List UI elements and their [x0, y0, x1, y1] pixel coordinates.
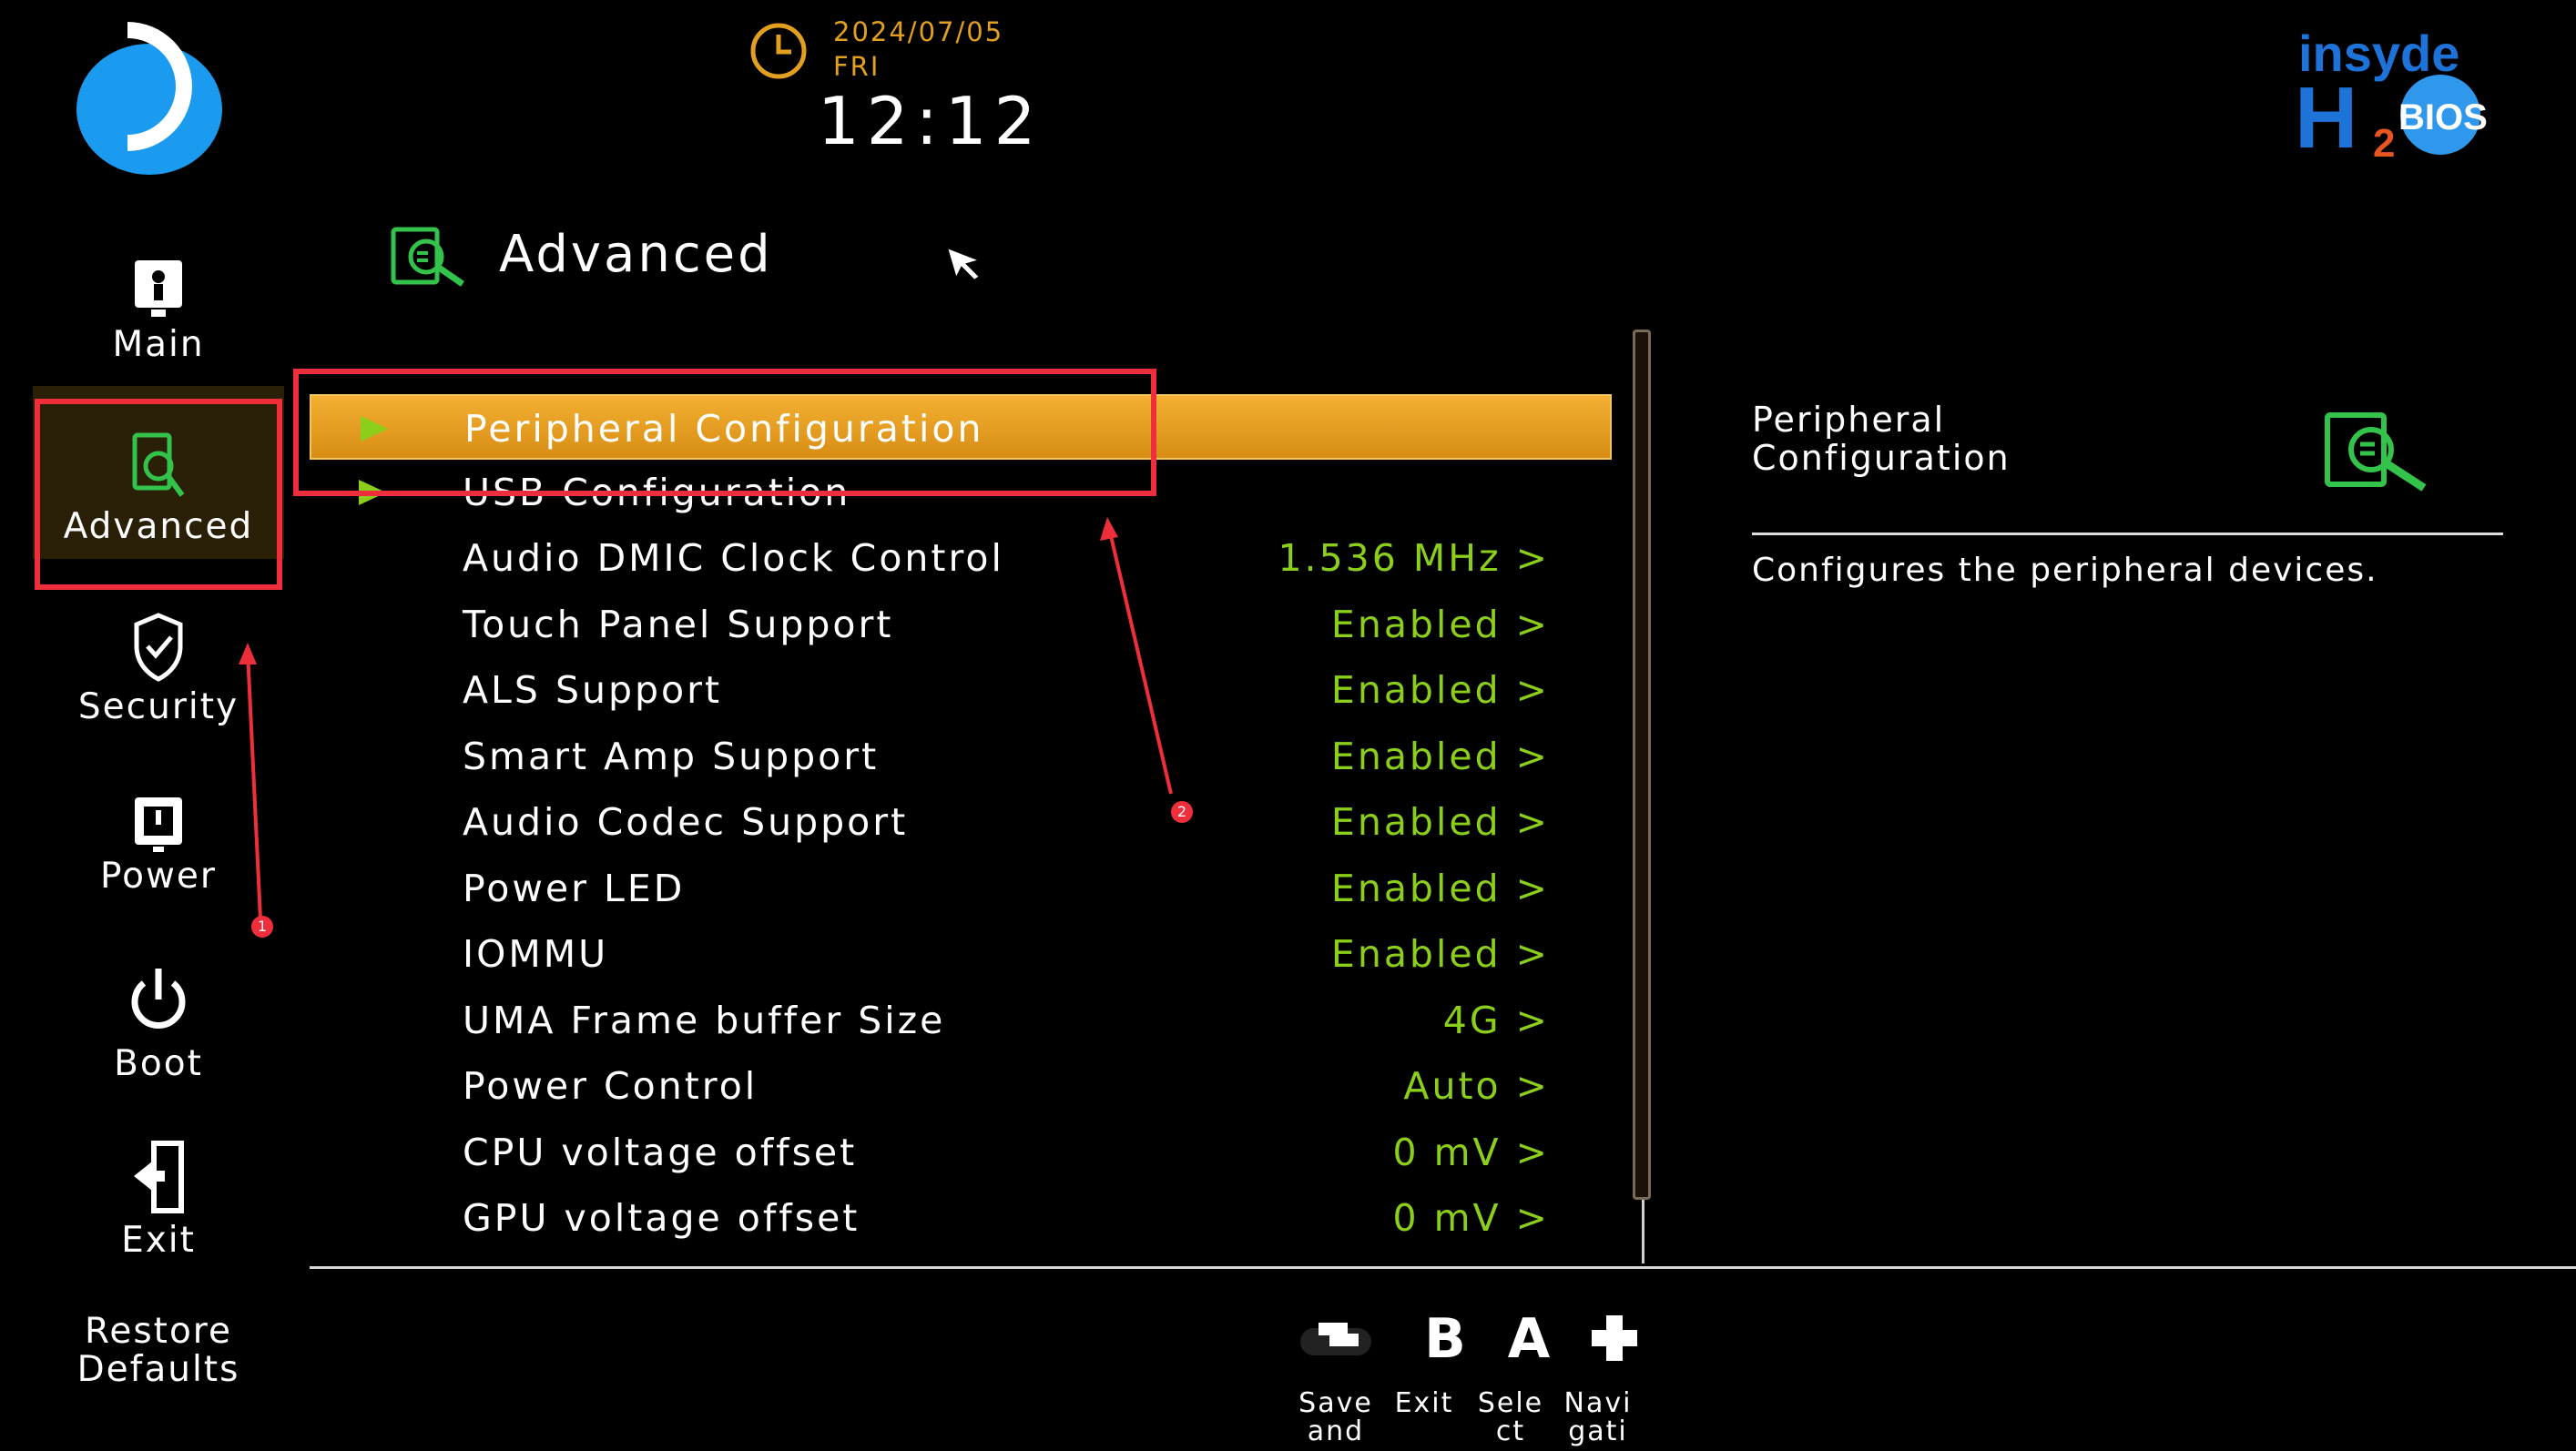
menu-item-label: Audio Codec Support — [463, 800, 909, 844]
menu-item-value[interactable]: Enabled > — [1331, 921, 1550, 987]
save-label: Save and — [1295, 1389, 1377, 1446]
menu-item-iommu[interactable]: IOMMU Enabled > — [310, 921, 1612, 987]
help-title: Peripheral Configuration — [1752, 401, 2011, 477]
clock-icon — [750, 23, 807, 79]
menu-item-value[interactable]: 0 mV > — [1393, 1120, 1551, 1185]
menu-item-value[interactable]: Auto > — [1403, 1053, 1550, 1119]
advanced-header-icon — [391, 227, 464, 287]
sidebar-item-label: Security — [77, 686, 239, 727]
b-glyph: B — [1424, 1307, 1466, 1370]
shield-icon — [134, 613, 183, 682]
menu-item-label: Power LED — [463, 867, 686, 910]
menu-item-value[interactable]: Enabled > — [1331, 856, 1550, 921]
menu-item-smart-amp[interactable]: Smart Amp Support Enabled > — [310, 724, 1612, 789]
menu-item-label: IOMMU — [463, 932, 609, 976]
save-toggle-icon[interactable] — [1295, 1306, 1377, 1370]
menu-item-value[interactable]: Enabled > — [1331, 789, 1550, 855]
power-box-icon — [135, 797, 182, 852]
sidebar-item-label: Boot — [114, 1043, 203, 1084]
navigate-label-line1: Navi — [1563, 1387, 1633, 1419]
menu-item-uma-frame-buffer[interactable]: UMA Frame buffer Size 4G > — [310, 988, 1612, 1053]
sidebar-item-boot[interactable]: Boot — [33, 963, 284, 1084]
restore-defaults-button[interactable]: Restore Defaults — [33, 1313, 284, 1389]
restore-label-line2: Defaults — [76, 1349, 240, 1390]
select-a-button-icon[interactable]: A — [1504, 1306, 1553, 1370]
help-description: Configures the peripheral devices. — [1752, 552, 2378, 589]
exit-door-icon — [134, 1141, 184, 1213]
dpad-navigate-icon[interactable] — [1588, 1306, 1641, 1370]
scrollbar-tail — [1642, 1200, 1644, 1263]
menu-item-value[interactable]: 4G > — [1443, 988, 1550, 1053]
sidebar-item-label: Exit — [121, 1220, 196, 1261]
menu-item-label: Smart Amp Support — [463, 735, 880, 778]
menu-item-value[interactable]: 1.536 MHz > — [1278, 525, 1550, 591]
menu-item-cpu-voltage-offset[interactable]: CPU voltage offset 0 mV > — [310, 1120, 1612, 1185]
menu-item-label: Audio DMIC Clock Control — [463, 536, 1004, 580]
menu-item-power-led[interactable]: Power LED Enabled > — [310, 856, 1612, 921]
annotation-marker-2: 2 — [1171, 801, 1193, 823]
advanced-help-icon — [2325, 412, 2427, 492]
brand-logo-icon — [127, 22, 192, 151]
menu-scrollbar[interactable] — [1633, 330, 1651, 1200]
date-text: 2024/07/05 — [833, 16, 1004, 47]
menu-item-audio-codec[interactable]: Audio Codec Support Enabled > — [310, 789, 1612, 855]
menu-item-power-control[interactable]: Power Control Auto > — [310, 1053, 1612, 1119]
sidebar-item-label: Power — [100, 856, 217, 897]
save-label-line1: Save — [1298, 1387, 1373, 1419]
mouse-cursor-icon — [945, 246, 983, 282]
menu-item-gpu-voltage-offset[interactable]: GPU voltage offset 0 mV > — [310, 1185, 1612, 1251]
menu-item-label: GPU voltage offset — [463, 1196, 860, 1240]
menu-item-audio-dmic-clock[interactable]: Audio DMIC Clock Control 1.536 MHz > — [310, 525, 1612, 591]
help-title-line2: Configuration — [1752, 438, 2011, 478]
menu-item-value[interactable]: 0 mV > — [1393, 1185, 1551, 1251]
save-label-line2: and — [1307, 1415, 1365, 1447]
menu-item-value[interactable]: Enabled > — [1331, 657, 1550, 723]
exit-label-line1: Exit — [1394, 1387, 1454, 1419]
menu-item-value[interactable]: Enabled > — [1331, 592, 1550, 657]
restore-label-line1: Restore — [85, 1311, 232, 1352]
annotation-box-advanced — [35, 399, 282, 590]
svg-text:H: H — [2295, 69, 2357, 164]
select-label-line2: ct — [1495, 1415, 1526, 1447]
annotation-box-peripheral — [293, 369, 1156, 496]
sidebar-item-security[interactable]: Security — [33, 612, 284, 727]
help-divider — [1752, 533, 2503, 535]
exit-label: Exit — [1383, 1389, 1465, 1417]
menu-item-touch-panel[interactable]: Touch Panel Support Enabled > — [310, 592, 1612, 657]
sidebar-item-exit[interactable]: Exit — [33, 1138, 284, 1261]
exit-b-button-icon[interactable]: B — [1420, 1306, 1470, 1370]
sidebar-item-main[interactable]: Main — [33, 257, 284, 365]
svg-text:2: 2 — [2373, 121, 2395, 164]
page-title: Advanced — [499, 225, 773, 284]
select-label-line1: Sele — [1477, 1387, 1544, 1419]
select-label: Sele ct — [1470, 1389, 1552, 1446]
menu-item-label: Power Control — [463, 1064, 759, 1108]
help-title-line1: Peripheral — [1752, 400, 1946, 440]
menu-item-value[interactable]: Enabled > — [1331, 724, 1550, 789]
main-icon — [135, 260, 182, 317]
sidebar-item-label: Main — [112, 324, 205, 365]
a-glyph: A — [1508, 1307, 1551, 1370]
weekday-text: FRI — [833, 51, 881, 82]
sidebar-item-power[interactable]: Power — [33, 794, 284, 897]
footer-divider — [310, 1266, 2576, 1269]
menu-item-label: UMA Frame buffer Size — [463, 999, 946, 1042]
menu-item-als-support[interactable]: ALS Support Enabled > — [310, 657, 1612, 723]
svg-text:BIOS: BIOS — [2398, 97, 2488, 137]
navigate-label: Navi gati — [1557, 1389, 1639, 1446]
insyde-h2o-bios-logo: insyde H 2 BIOS — [2295, 27, 2488, 164]
menu-item-label: CPU voltage offset — [463, 1131, 858, 1174]
power-icon — [131, 969, 186, 1029]
annotation-marker-1: 1 — [251, 916, 273, 938]
menu-item-label: Touch Panel Support — [463, 603, 894, 646]
time-text: 12:12 — [818, 83, 1044, 159]
navigate-label-line2: gati — [1568, 1415, 1628, 1447]
menu-item-label: ALS Support — [463, 668, 723, 712]
